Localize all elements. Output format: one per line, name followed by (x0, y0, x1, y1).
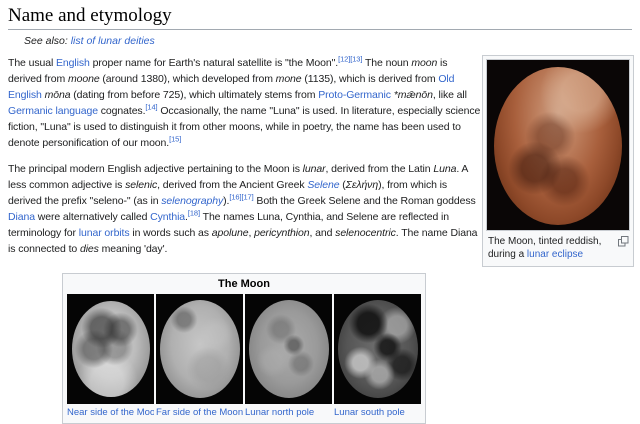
text-segment: The principal modern English adjective p… (8, 163, 303, 175)
caption-text: The Moon, tinted reddish, during a lunar… (488, 235, 614, 261)
inline-link[interactable]: Selene (307, 179, 339, 191)
text-segment: moone (68, 73, 100, 85)
paragraph-etymology: The usual English proper name for Earth'… (8, 55, 482, 151)
reference-link[interactable]: [12] (338, 55, 350, 64)
gallery-item-near-side: Near side of the Moon (67, 294, 154, 419)
near-side-image[interactable] (67, 294, 154, 404)
gallery-item-far-side: Far side of the Moon (156, 294, 243, 419)
north-pole-link[interactable]: Lunar north pole (245, 407, 332, 419)
text-segment: (1135), which is derived from (302, 73, 439, 85)
hatnote: See also: list of lunar deities (8, 35, 632, 48)
thumbnail-caption: The Moon, tinted reddish, during a lunar… (486, 231, 630, 263)
gallery-row: Near side of the Moon Far side of the Mo… (67, 294, 421, 419)
text-segment: (around 1380), which developed from (100, 73, 276, 85)
gallery-title: The Moon (67, 277, 421, 291)
near-side-link[interactable]: Near side of the Moon (67, 407, 154, 419)
inline-link[interactable]: list of lunar deities (71, 35, 155, 47)
far-side-moon-graphic (160, 300, 240, 398)
south-pole-moon-graphic (338, 300, 418, 398)
text-segment: The usual (8, 57, 56, 69)
inline-link[interactable]: lunar orbits (79, 227, 130, 239)
text-segment: Both the Greek Selene and the Roman godd… (254, 195, 476, 207)
text-segment: (dating from before 725), which ultimate… (70, 89, 318, 101)
north-pole-image[interactable] (245, 294, 332, 404)
reference-link[interactable]: [15] (169, 135, 181, 144)
near-side-moon-graphic (72, 301, 150, 397)
inline-link[interactable]: Proto-Germanic (318, 89, 391, 101)
article-text: The usual English proper name for Earth'… (8, 55, 482, 267)
text-segment: lunar (303, 163, 326, 175)
reference-link[interactable]: [16] (229, 193, 241, 202)
article-section: Name and etymology See also: list of lun… (0, 0, 640, 424)
text-segment: See also: (24, 35, 71, 47)
text-segment: cognates. (98, 105, 145, 117)
reference-link[interactable]: [13] (350, 55, 362, 64)
text-segment: dies (80, 243, 99, 255)
text-segment: apolune (212, 227, 249, 239)
inline-link[interactable]: Germanic language (8, 105, 98, 117)
text-segment: mone (276, 73, 302, 85)
text-segment: Σελήνη (346, 179, 378, 191)
section-heading: Name and etymology (8, 5, 632, 30)
gallery-item-south-pole: Lunar south pole (334, 294, 421, 419)
reference-link[interactable]: [18] (188, 209, 200, 218)
inline-link[interactable]: Diana (8, 211, 35, 223)
text-segment: The noun (362, 57, 411, 69)
eclipse-thumbnail: The Moon, tinted reddish, during a lunar… (482, 55, 634, 267)
inline-link[interactable]: selenography (161, 195, 223, 207)
moon-gallery: The Moon Near side of the Moon Far side … (62, 273, 426, 424)
text-segment: selenic (125, 179, 157, 191)
text-segment: proper name for Earth's natural satellit… (90, 57, 338, 69)
text-segment: , derived from the Ancient Greek (157, 179, 307, 191)
enlarge-icon[interactable] (618, 236, 629, 251)
text-segment: in words such as (130, 227, 212, 239)
far-side-image[interactable] (156, 294, 243, 404)
inline-link[interactable]: English (56, 57, 90, 69)
inline-link[interactable]: lunar eclipse (527, 249, 583, 260)
reference-link[interactable]: [17] (241, 193, 253, 202)
inline-link[interactable]: Cynthia (150, 211, 185, 223)
north-pole-moon-graphic (249, 300, 329, 398)
text-segment: , and (310, 227, 336, 239)
south-pole-link[interactable]: Lunar south pole (334, 407, 421, 419)
reference-link[interactable]: [14] (145, 103, 157, 112)
text-segment: were alternatively called (35, 211, 150, 223)
text-segment: selenocentric (335, 227, 396, 239)
text-segment: Luna (433, 163, 456, 175)
eclipse-moon-image[interactable] (486, 59, 630, 231)
text-segment: moon (411, 57, 437, 69)
text-segment: , like all (433, 89, 467, 101)
text-segment: meaning 'day'. (99, 243, 167, 255)
text-segment: *mǣnōn (394, 89, 433, 101)
text-segment: , derived from the Latin (326, 163, 434, 175)
text-segment: mōna (45, 89, 71, 101)
section-body: The usual English proper name for Earth'… (8, 55, 632, 267)
paragraph-adjectives: The principal modern English adjective p… (8, 161, 482, 257)
gallery-item-north-pole: Lunar north pole (245, 294, 332, 419)
south-pole-image[interactable] (334, 294, 421, 404)
far-side-link[interactable]: Far side of the Moon (156, 407, 243, 419)
text-segment: pericynthion (254, 227, 309, 239)
red-moon-graphic (494, 67, 622, 225)
